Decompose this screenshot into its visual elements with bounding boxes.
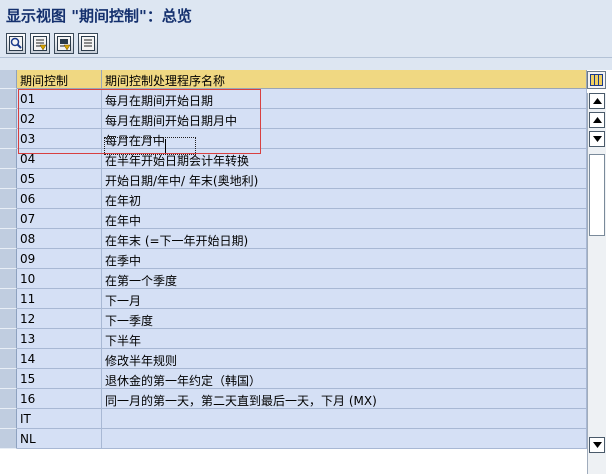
select-all-icon: [33, 36, 47, 51]
cell-handler-name[interactable]: 下一季度: [102, 309, 587, 329]
row-selector[interactable]: [0, 209, 17, 229]
cell-period-control-code[interactable]: 07: [17, 209, 102, 229]
details-icon: [9, 36, 23, 51]
column-header-handler-name[interactable]: 期间控制处理程序名称: [102, 70, 587, 89]
select-block-icon: [57, 36, 71, 51]
cell-handler-name[interactable]: 在年初: [102, 189, 587, 209]
title-bar: 显示视图 "期间控制"：总览: [0, 0, 612, 30]
arrow-up-icon: [593, 98, 602, 104]
deselect-all-icon: [81, 36, 95, 51]
toolbar: [0, 30, 612, 58]
row-selector[interactable]: [0, 129, 17, 149]
row-selector[interactable]: [0, 149, 17, 169]
cell-handler-name[interactable]: 在第一个季度: [102, 269, 587, 289]
window-title: 显示视图 "期间控制"：总览: [6, 7, 192, 25]
cell-handler-name[interactable]: 每月在月中: [102, 129, 587, 149]
row-selector[interactable]: [0, 329, 17, 349]
cell-handler-name[interactable]: 在年末 (=下一年开始日期): [102, 229, 587, 249]
row-selector[interactable]: [0, 89, 17, 109]
cell-period-control-code[interactable]: 10: [17, 269, 102, 289]
table-settings-icon: [590, 74, 603, 86]
row-selector[interactable]: [0, 109, 17, 129]
cell-period-control-code[interactable]: 01: [17, 89, 102, 109]
page-up-button[interactable]: [589, 112, 605, 128]
vertical-scrollbar[interactable]: [587, 93, 606, 474]
row-selector[interactable]: [0, 169, 17, 189]
cell-handler-name[interactable]: 下一月: [102, 289, 587, 309]
scroll-up-button[interactable]: [589, 93, 605, 109]
cell-period-control-code[interactable]: 04: [17, 149, 102, 169]
select-block-button[interactable]: [54, 33, 74, 54]
cell-handler-name[interactable]: 开始日期/年中/ 年末(奥地利): [102, 169, 587, 189]
arrow-up-icon: [593, 117, 602, 123]
row-selector[interactable]: [0, 369, 17, 389]
cell-period-control-code[interactable]: 06: [17, 189, 102, 209]
cell-handler-name[interactable]: 同一月的第一天，第二天直到最后一天，下月 (MX): [102, 389, 587, 409]
cell-period-control-code[interactable]: 05: [17, 169, 102, 189]
row-selector[interactable]: [0, 289, 17, 309]
arrow-down-icon: [593, 136, 602, 142]
cell-period-control-code[interactable]: 11: [17, 289, 102, 309]
cell-period-control-code[interactable]: 14: [17, 349, 102, 369]
cell-period-control-code[interactable]: 13: [17, 329, 102, 349]
cell-handler-name[interactable]: 每月在期间开始日期: [102, 89, 587, 109]
row-selector[interactable]: [0, 269, 17, 289]
details-button[interactable]: [6, 33, 26, 54]
column-header-period-control[interactable]: 期间控制: [17, 70, 102, 89]
cell-handler-name[interactable]: [102, 429, 587, 449]
cell-handler-name[interactable]: 修改半年规则: [102, 349, 587, 369]
cell-handler-name[interactable]: 在半年开始日期会计年转换: [102, 149, 587, 169]
row-selector[interactable]: [0, 409, 17, 429]
table-settings-button[interactable]: [587, 71, 606, 89]
arrow-down-icon: [593, 442, 602, 448]
cell-period-control-code[interactable]: 02: [17, 109, 102, 129]
scrollbar-thumb[interactable]: [589, 154, 605, 236]
row-selector[interactable]: [0, 349, 17, 369]
select-all-corner[interactable]: [0, 70, 17, 89]
cell-handler-name[interactable]: 在年中: [102, 209, 587, 229]
row-selector[interactable]: [0, 189, 17, 209]
page-down-button[interactable]: [589, 131, 605, 147]
select-all-button[interactable]: [30, 33, 50, 54]
cell-handler-name[interactable]: 在季中: [102, 249, 587, 269]
row-selector[interactable]: [0, 389, 17, 409]
cell-handler-name[interactable]: 下半年: [102, 329, 587, 349]
scroll-down-button[interactable]: [589, 437, 605, 453]
row-selector[interactable]: [0, 229, 17, 249]
cell-period-control-code[interactable]: IT: [17, 409, 102, 429]
text-cursor: [165, 139, 166, 153]
row-selector[interactable]: [0, 309, 17, 329]
cell-handler-name[interactable]: 退休金的第一年约定（韩国）: [102, 369, 587, 389]
deselect-all-button[interactable]: [78, 33, 98, 54]
cell-period-control-code[interactable]: 12: [17, 309, 102, 329]
row-selector[interactable]: [0, 429, 17, 449]
cell-period-control-code[interactable]: 15: [17, 369, 102, 389]
cell-period-control-code[interactable]: 16: [17, 389, 102, 409]
cell-handler-name[interactable]: [102, 409, 587, 429]
cell-period-control-code[interactable]: 08: [17, 229, 102, 249]
cell-handler-name[interactable]: 每月在期间开始日期月中: [102, 109, 587, 129]
cell-period-control-code[interactable]: NL: [17, 429, 102, 449]
period-control-table: 期间控制 期间控制处理程序名称 01 每月在期间开始日期 02 每月在期间开始日期月中…: [0, 70, 612, 474]
row-selector[interactable]: [0, 249, 17, 269]
cell-period-control-code[interactable]: 09: [17, 249, 102, 269]
cell-period-control-code[interactable]: 03: [17, 129, 102, 149]
